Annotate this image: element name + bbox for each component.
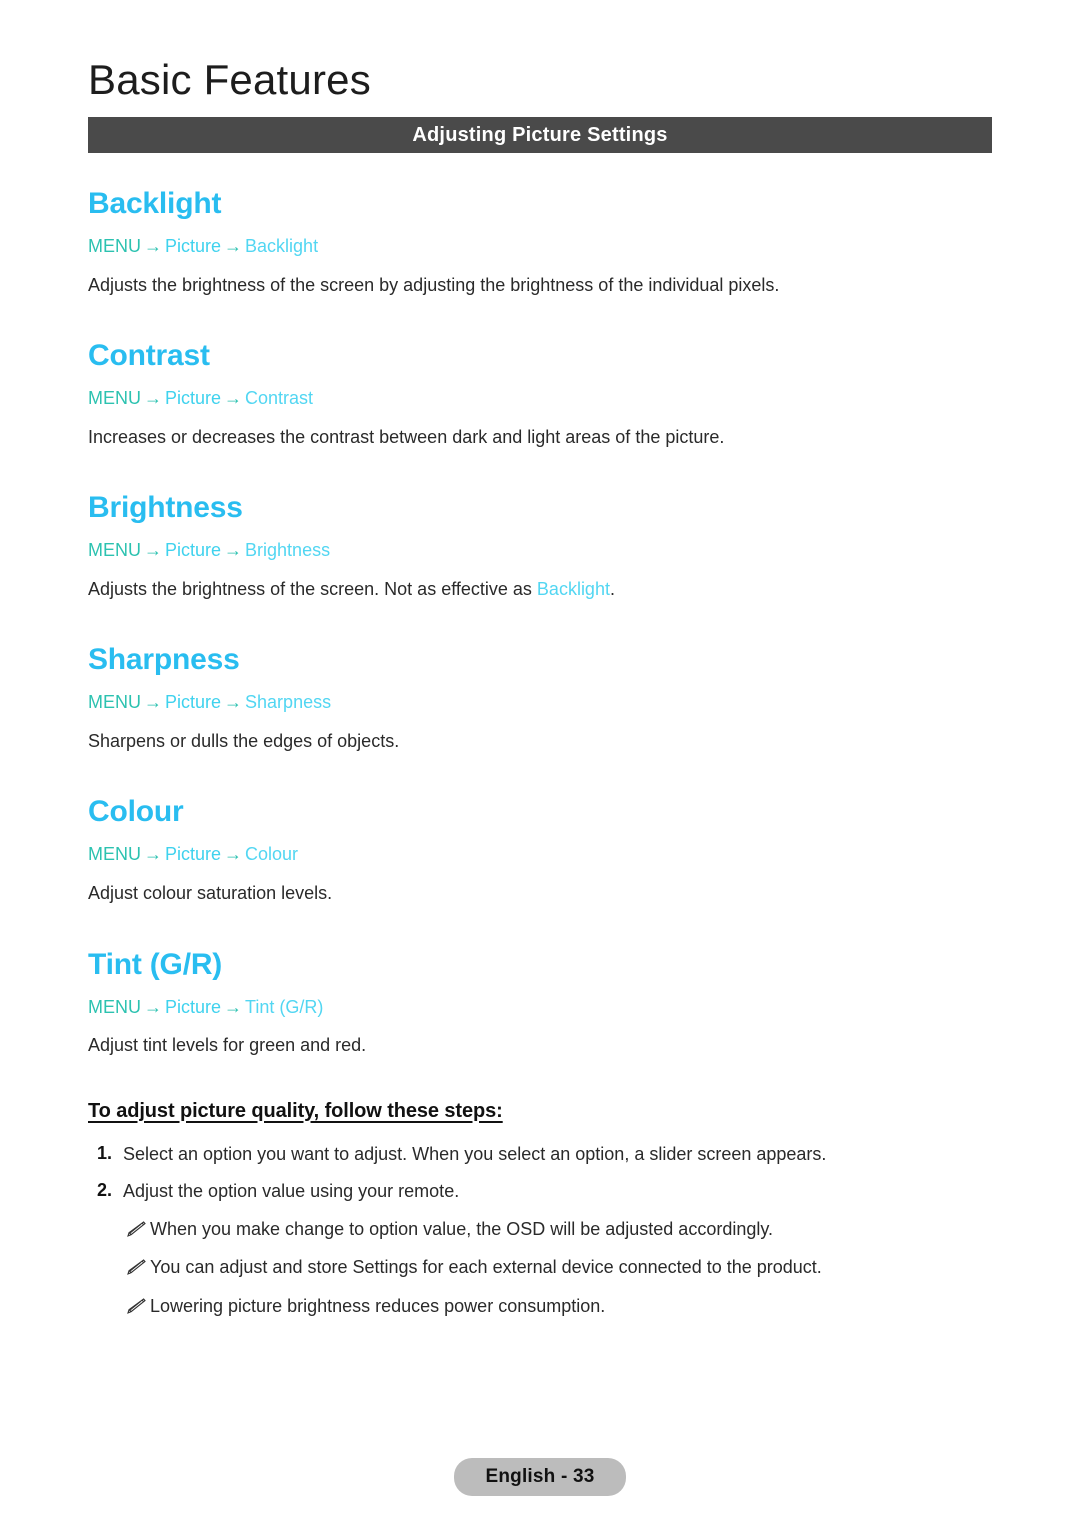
note-text: You can adjust and store Settings for ea…: [150, 1257, 822, 1278]
note-item: You can adjust and store Settings for ea…: [88, 1256, 992, 1279]
breadcrumb: MENU → Picture → Colour: [88, 844, 992, 866]
breadcrumb-middle: Picture: [165, 388, 222, 409]
feature-description: Adjust tint levels for green and red.: [88, 1034, 992, 1057]
feature-backlight: Backlight MENU → Picture → Backlight Adjusts…: [88, 187, 992, 296]
breadcrumb-arrow-icon: →: [224, 692, 243, 713]
breadcrumb-arrow-icon: →: [144, 388, 162, 409]
breadcrumb-arrow-icon: →: [144, 236, 162, 257]
feature-sharpness: Sharpness MENU → Picture → Sharpness Sharpen…: [88, 643, 992, 752]
feature-heading: Sharpness: [88, 643, 240, 677]
description-text-tail: .: [609, 578, 615, 599]
pencil-note-icon: [124, 1220, 150, 1240]
breadcrumb-menu: MENU: [88, 996, 141, 1017]
note-text: Lowering picture brightness reduces powe…: [150, 1295, 606, 1316]
breadcrumb-arrow-icon: →: [224, 388, 243, 409]
breadcrumb-leaf: Brightness: [245, 540, 331, 561]
breadcrumb-arrow-icon: →: [224, 996, 243, 1017]
page-footer: English - 33: [0, 1458, 1080, 1496]
description-inline-ref: Backlight: [536, 578, 610, 599]
breadcrumb-arrow-icon: →: [144, 844, 162, 865]
feature-description: Increases or decreases the contrast betw…: [88, 426, 992, 449]
feature-heading: Colour: [88, 795, 184, 829]
breadcrumb-menu: MENU: [88, 540, 141, 561]
feature-description: Adjusts the brightness of the screen. No…: [88, 578, 992, 601]
breadcrumb-leaf: Backlight: [245, 236, 319, 257]
breadcrumb-menu: MENU: [88, 388, 141, 409]
feature-description: Adjusts the brightness of the screen by …: [88, 274, 992, 297]
steps-block: To adjust picture quality, follow these …: [88, 1100, 992, 1318]
description-text: Adjusts the brightness of the screen. No…: [88, 578, 537, 599]
breadcrumb-leaf: Tint (G/R): [245, 996, 324, 1017]
breadcrumb: MENU → Picture → Brightness: [88, 540, 992, 562]
step-text: Adjust the option value using your remot…: [123, 1181, 460, 1202]
breadcrumb-middle: Picture: [165, 692, 222, 713]
feature-heading: Contrast: [88, 339, 210, 373]
feature-tint: Tint (G/R) MENU → Picture → Tint (G/R) Adjus…: [88, 948, 992, 1057]
manual-page: Basic Features Adjusting Picture Setting…: [0, 0, 1080, 1534]
feature-list: Backlight MENU → Picture → Backlight Adjusts…: [88, 187, 992, 1057]
breadcrumb-menu: MENU: [88, 236, 141, 257]
breadcrumb-arrow-icon: →: [144, 996, 162, 1017]
breadcrumb-menu: MENU: [88, 844, 141, 865]
breadcrumb: MENU → Picture → Tint (G/R): [88, 997, 992, 1019]
breadcrumb-arrow-icon: →: [224, 236, 243, 257]
note-item: Lowering picture brightness reduces powe…: [88, 1295, 992, 1318]
section-banner-label: Adjusting Picture Settings: [412, 123, 668, 146]
page-title: Basic Features: [88, 56, 371, 103]
breadcrumb-arrow-icon: →: [144, 540, 162, 561]
feature-contrast: Contrast MENU → Picture → Contrast Increases…: [88, 339, 992, 448]
breadcrumb-arrow-icon: →: [224, 844, 243, 865]
step-number: 2.: [97, 1180, 113, 1201]
breadcrumb: MENU → Picture → Backlight: [88, 236, 992, 258]
description-text: Increases or decreases the contrast betw…: [88, 426, 725, 447]
step-number: 1.: [97, 1142, 113, 1163]
feature-heading: Backlight: [88, 187, 222, 221]
breadcrumb-middle: Picture: [165, 844, 222, 865]
breadcrumb: MENU → Picture → Contrast: [88, 388, 992, 410]
step-item: 2. Adjust the option value using your re…: [88, 1180, 992, 1203]
breadcrumb-leaf: Sharpness: [245, 692, 332, 713]
feature-description: Sharpens or dulls the edges of objects.: [88, 730, 992, 753]
description-text: Adjust tint levels for green and red.: [88, 1035, 367, 1056]
note-item: When you make change to option value, th…: [88, 1218, 992, 1241]
breadcrumb-arrow-icon: →: [224, 540, 243, 561]
section-banner: Adjusting Picture Settings: [88, 117, 992, 154]
breadcrumb-menu: MENU: [88, 692, 141, 713]
description-text: Adjusts the brightness of the screen by …: [88, 274, 780, 295]
feature-heading: Tint (G/R): [88, 947, 223, 981]
steps-title: To adjust picture quality, follow these …: [88, 1099, 503, 1122]
feature-brightness: Brightness MENU → Picture → Brightness Adjus…: [88, 491, 992, 600]
breadcrumb-leaf: Contrast: [245, 388, 314, 409]
page-number-label: English - 33: [485, 1466, 595, 1487]
step-text: Select an option you want to adjust. Whe…: [123, 1143, 827, 1164]
breadcrumb: MENU → Picture → Sharpness: [88, 692, 992, 714]
description-text: Sharpens or dulls the edges of objects.: [88, 730, 400, 751]
breadcrumb-middle: Picture: [165, 540, 222, 561]
feature-description: Adjust colour saturation levels.: [88, 882, 992, 905]
breadcrumb-middle: Picture: [165, 236, 222, 257]
breadcrumb-arrow-icon: →: [144, 692, 162, 713]
feature-colour: Colour MENU → Picture → Colour Adjust colour…: [88, 795, 992, 904]
description-text: Adjust colour saturation levels.: [88, 883, 333, 903]
step-item: 1. Select an option you want to adjust. …: [88, 1143, 992, 1166]
breadcrumb-middle: Picture: [165, 996, 222, 1017]
breadcrumb-leaf: Colour: [245, 844, 299, 865]
feature-heading: Brightness: [88, 491, 243, 525]
pencil-note-icon: [124, 1258, 150, 1278]
pencil-note-icon: [124, 1297, 150, 1317]
note-text: When you make change to option value, th…: [150, 1218, 774, 1239]
page-number-badge: English - 33: [454, 1458, 626, 1496]
